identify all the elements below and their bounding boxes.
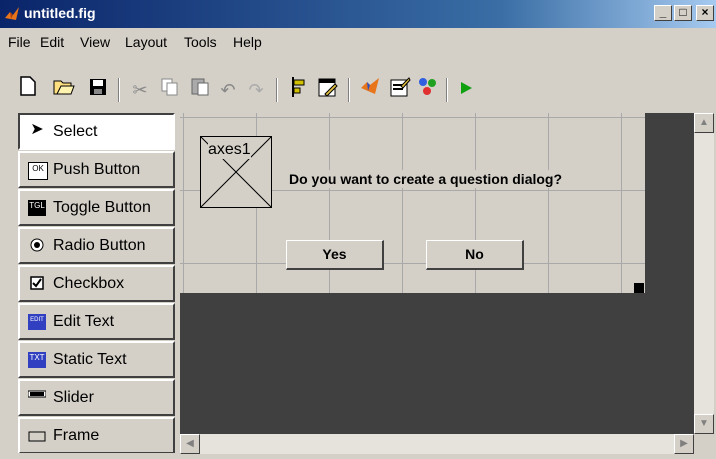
slider-icon bbox=[27, 390, 47, 406]
palette-radio-button[interactable]: Radio Button bbox=[18, 227, 175, 264]
menu-file[interactable]: File bbox=[8, 34, 31, 50]
minimize-button[interactable]: _ bbox=[654, 5, 672, 21]
palette-label: Push Button bbox=[53, 161, 141, 178]
scroll-left-icon[interactable]: ◀ bbox=[180, 434, 200, 454]
palette-checkbox[interactable]: Checkbox bbox=[18, 265, 175, 302]
tab-order-icon[interactable] bbox=[356, 76, 384, 104]
run-icon[interactable] bbox=[452, 76, 480, 104]
palette-frame[interactable]: Frame bbox=[18, 417, 175, 453]
menu-tools[interactable]: Tools bbox=[184, 34, 217, 50]
toolbar: ✂ ↶ ↷ bbox=[0, 72, 716, 118]
menu-bar: File Edit View Layout Tools Help bbox=[0, 28, 716, 72]
new-icon[interactable] bbox=[14, 76, 42, 104]
palette-edit-text[interactable]: EDIT Edit Text bbox=[18, 303, 175, 340]
scrollbar-corner bbox=[694, 434, 714, 454]
edit-text-icon: EDIT bbox=[28, 314, 46, 330]
palette-select[interactable]: ➤ Select bbox=[18, 113, 175, 150]
object-browser-icon[interactable] bbox=[414, 76, 442, 104]
matlab-logo-icon bbox=[5, 7, 19, 20]
component-palette: ➤ Select OK Push Button TGL Toggle Butto… bbox=[18, 113, 178, 453]
paste-icon[interactable] bbox=[186, 76, 214, 104]
align-icon[interactable] bbox=[284, 76, 312, 104]
scroll-up-icon[interactable]: ▲ bbox=[694, 113, 714, 133]
yes-button[interactable]: Yes bbox=[286, 240, 384, 270]
window-title: untitled.fig bbox=[24, 5, 96, 21]
open-icon[interactable] bbox=[50, 76, 78, 104]
axes-label: axes1 bbox=[208, 141, 251, 159]
palette-toggle-button[interactable]: TGL Toggle Button bbox=[18, 189, 175, 226]
horizontal-scrollbar[interactable]: ◀ ▶ bbox=[180, 434, 694, 454]
menu-help[interactable]: Help bbox=[233, 34, 262, 50]
checkbox-icon bbox=[28, 276, 46, 292]
toggle-button-icon: TGL bbox=[28, 200, 46, 216]
cut-icon[interactable]: ✂ bbox=[126, 76, 154, 104]
arrow-icon: ➤ bbox=[30, 121, 44, 138]
palette-slider[interactable]: Slider bbox=[18, 379, 175, 416]
scroll-down-icon[interactable]: ▼ bbox=[694, 414, 714, 434]
property-inspector-icon[interactable] bbox=[386, 76, 414, 104]
palette-static-text[interactable]: TXT Static Text bbox=[18, 341, 175, 378]
save-icon[interactable] bbox=[84, 76, 112, 104]
palette-label: Select bbox=[53, 123, 98, 140]
frame-icon bbox=[28, 428, 46, 444]
push-button-icon: OK bbox=[28, 162, 48, 180]
radio-button-icon bbox=[28, 238, 46, 254]
menu-view[interactable]: View bbox=[80, 34, 110, 50]
palette-label: Slider bbox=[53, 389, 94, 406]
palette-label: Checkbox bbox=[53, 275, 125, 292]
close-button[interactable]: × bbox=[696, 5, 714, 21]
static-text-icon: TXT bbox=[28, 352, 46, 368]
undo-icon[interactable]: ↶ bbox=[214, 76, 242, 104]
redo-icon[interactable]: ↷ bbox=[242, 76, 270, 104]
menu-editor-icon[interactable] bbox=[314, 76, 342, 104]
maximize-button[interactable]: □ bbox=[674, 5, 692, 21]
toolbar-separator bbox=[118, 78, 120, 102]
scroll-right-icon[interactable]: ▶ bbox=[674, 434, 694, 454]
question-text[interactable]: Do you want to create a question dialog? bbox=[287, 170, 565, 188]
no-button[interactable]: No bbox=[426, 240, 524, 270]
palette-label: Edit Text bbox=[53, 313, 115, 330]
resize-handle[interactable] bbox=[634, 283, 644, 293]
menu-edit[interactable]: Edit bbox=[40, 34, 64, 50]
palette-push-button[interactable]: OK Push Button bbox=[18, 151, 175, 188]
vertical-scrollbar[interactable]: ▲ ▼ bbox=[694, 113, 714, 434]
toolbar-separator bbox=[446, 78, 448, 102]
toolbar-separator bbox=[276, 78, 278, 102]
menu-layout[interactable]: Layout bbox=[125, 34, 167, 50]
palette-label: Radio Button bbox=[53, 237, 146, 254]
palette-label: Frame bbox=[53, 427, 100, 444]
palette-label: Static Text bbox=[53, 351, 127, 368]
palette-label: Toggle Button bbox=[53, 199, 151, 216]
toolbar-separator bbox=[348, 78, 350, 102]
title-bar: untitled.fig _ □ × bbox=[0, 0, 716, 28]
copy-icon[interactable] bbox=[156, 76, 184, 104]
